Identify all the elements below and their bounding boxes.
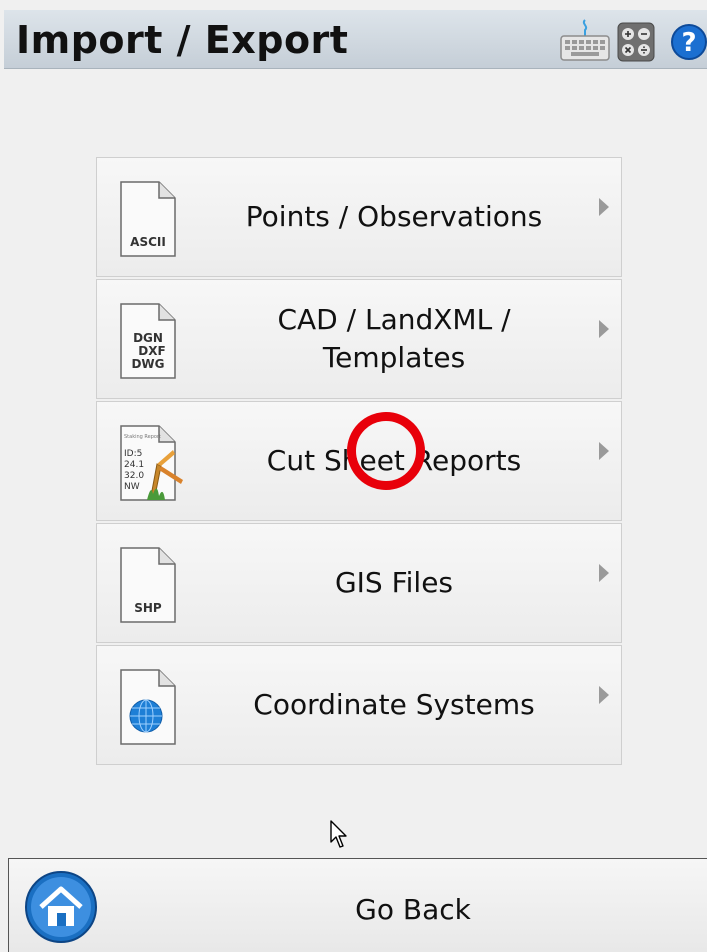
footer-bar: Go Back — [8, 858, 707, 952]
menu-item-points-observations[interactable]: ASCII Points / Observations — [96, 157, 622, 277]
title-bar: Import / Export ? — [4, 10, 707, 69]
mouse-cursor-icon — [330, 820, 347, 848]
menu-item-label: CAD / LandXML / Templates — [277, 303, 511, 374]
cad-file-icon: DGN DXF DWG — [120, 303, 176, 379]
svg-text:ID:5: ID:5 — [124, 449, 142, 459]
svg-text:SHP: SHP — [134, 601, 162, 615]
import-export-menu: ASCII Points / Observations DGN DXF DWG … — [96, 157, 622, 767]
page-title: Import / Export — [16, 18, 349, 62]
shp-file-icon: SHP — [120, 547, 176, 623]
help-icon[interactable]: ? — [670, 22, 707, 62]
svg-text:DWG: DWG — [131, 357, 164, 371]
svg-text:ASCII: ASCII — [130, 235, 166, 249]
menu-item-label: GIS Files — [334, 566, 454, 600]
ascii-file-icon: ASCII — [120, 181, 176, 257]
svg-text:24.1: 24.1 — [124, 460, 144, 470]
menu-item-coordinate-systems[interactable]: Coordinate Systems — [96, 645, 622, 765]
svg-text:DXF: DXF — [138, 344, 165, 358]
cut-sheet-report-icon: Staking Report ID:5 24.1 32.0 NW — [120, 425, 183, 501]
menu-item-label: Points / Observations — [245, 200, 543, 234]
menu-item-cad-landxml-templates[interactable]: DGN DXF DWG CAD / LandXML / Templates — [96, 279, 622, 399]
menu-item-cut-sheet-reports[interactable]: Staking Report ID:5 24.1 32.0 NW Cut She… — [96, 401, 622, 521]
svg-text:NW: NW — [124, 482, 140, 492]
chevron-right-icon — [599, 198, 609, 216]
calculator-icon[interactable] — [617, 22, 655, 62]
keyboard-icon[interactable] — [559, 18, 611, 64]
chevron-right-icon — [599, 686, 609, 704]
menu-item-gis-files[interactable]: SHP GIS Files — [96, 523, 622, 643]
svg-text:Staking Report: Staking Report — [124, 434, 161, 440]
globe-file-icon — [120, 669, 176, 745]
menu-item-label: Coordinate Systems — [253, 688, 535, 722]
chevron-right-icon — [599, 564, 609, 582]
menu-item-label: Cut Sheet Reports — [266, 444, 522, 478]
svg-text:?: ? — [681, 28, 696, 58]
chevron-right-icon — [599, 442, 609, 460]
chevron-right-icon — [599, 320, 609, 338]
svg-text:32.0: 32.0 — [124, 471, 144, 481]
go-back-button[interactable]: Go Back — [9, 893, 707, 926]
svg-text:DGN: DGN — [133, 331, 163, 345]
